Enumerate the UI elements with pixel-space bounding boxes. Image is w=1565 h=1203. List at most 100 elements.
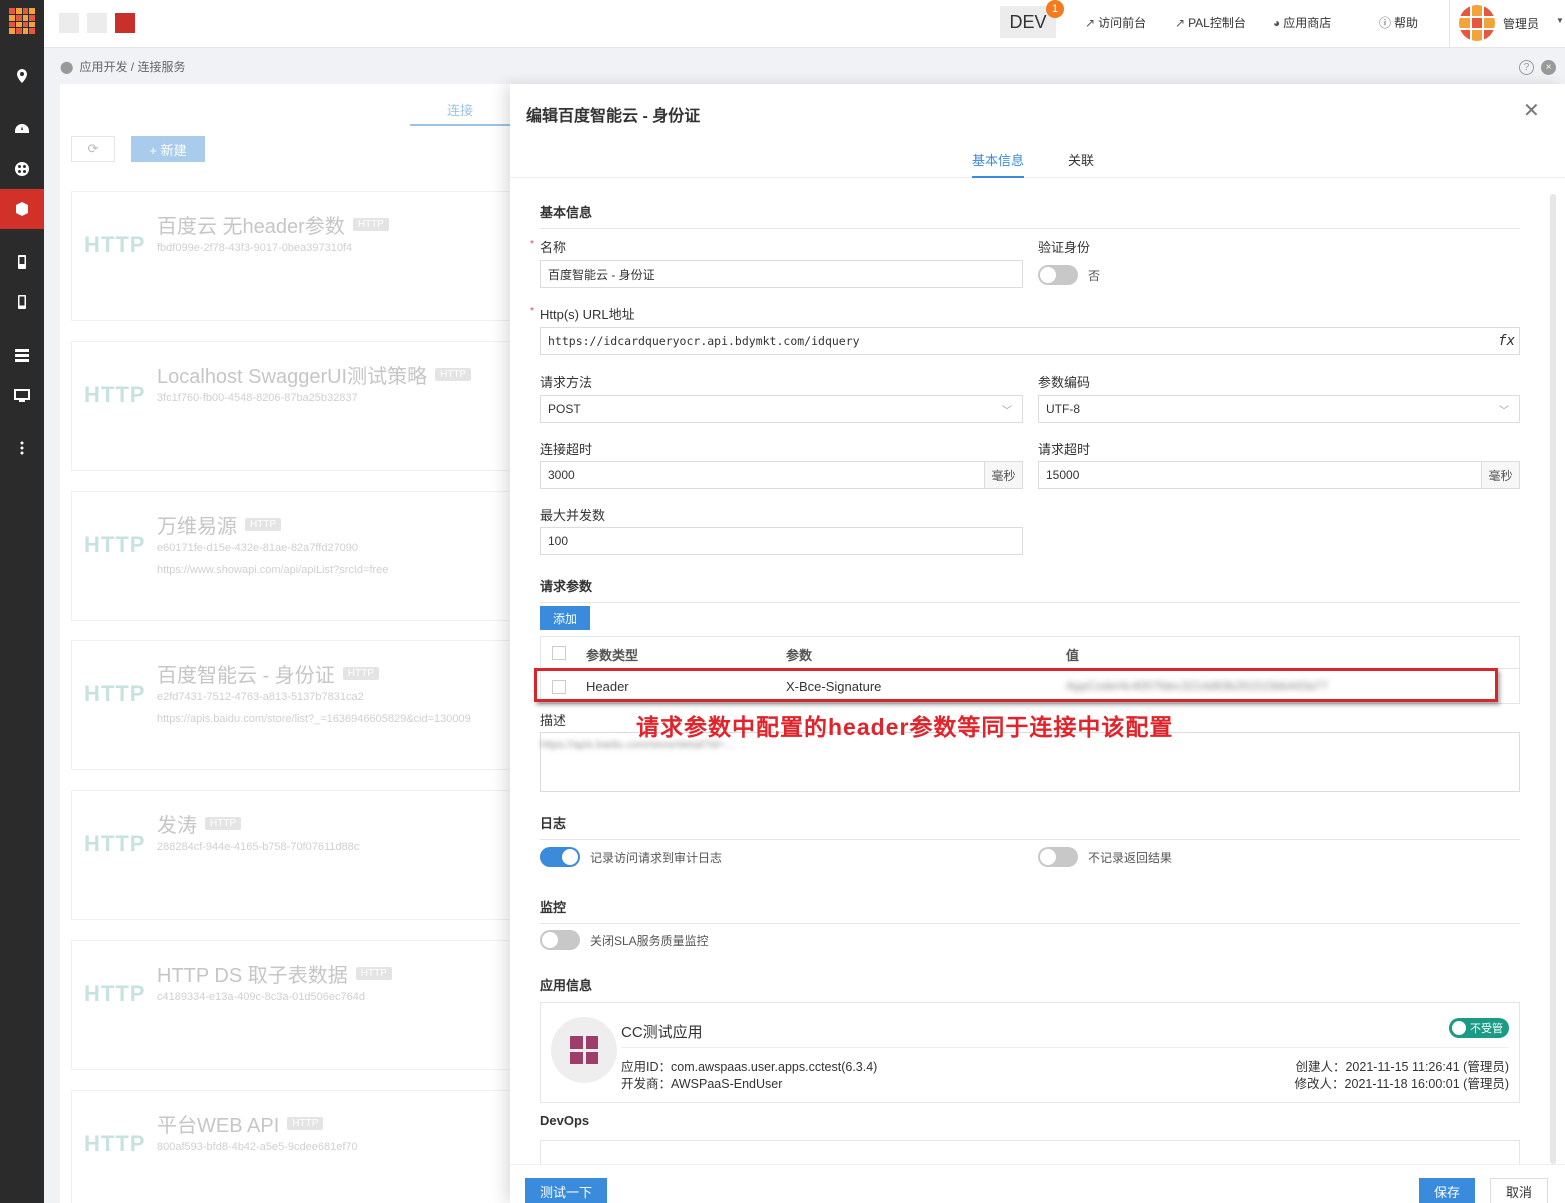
edit-drawer: 编辑百度智能云 - 身份证 ✕ 基本信息 关联 基本信息 * 名称 百度智能云 -… [510,84,1565,1203]
close-icon[interactable]: × [1541,60,1556,75]
chevron-down-icon: ﹀ [1499,406,1509,417]
connection-id: e2fd7431-7512-4763-a813-5137b7831ca2 [157,691,364,703]
connection-card[interactable]: HTTP HTTP DS 取子表数据 HTTP c4189334-e13a-409c-… [71,940,511,1070]
connection-url: https://www.showapi.com/api/apiList?srcI… [157,564,389,576]
user-name[interactable]: 管理员 [1503,15,1539,32]
protocol-label: HTTP [84,232,146,257]
connection-name: 平台WEB API HTTP [157,1109,324,1138]
chevron-down-icon[interactable]: ▼ [1556,16,1564,25]
visit-front-link[interactable]: ↗ 访问前台 [1085,14,1146,31]
drawer-tabs: 基本信息 关联 [510,144,1565,178]
name-field[interactable]: 百度智能云 - 身份证 [540,260,1023,288]
name-label: * 名称 [530,239,567,255]
chevron-down-icon: ﹀ [1002,406,1012,417]
mobile-icon[interactable] [0,242,44,282]
dashboard-icon[interactable] [0,109,44,149]
connection-id: 800af593-bfd8-4b42-a5e5-9cdee681ef70 [157,1141,358,1153]
toolbar-placeholder-icon[interactable] [59,13,79,33]
monitor-icon[interactable] [0,375,44,415]
connection-card[interactable]: HTTP 万维易源 HTTP e60171fe-d15e-432e-81ae-82a7… [71,491,511,621]
connection-card[interactable]: HTTP 百度云 无header参数 HTTP fbdf099e-2f78-43f3-… [71,191,511,321]
external-link-icon: ↗ [1085,15,1096,30]
params-table-header: 参数类型 参数 值 [541,637,1519,669]
list-icon[interactable] [0,335,44,375]
auth-toggle[interactable] [1038,265,1078,285]
tab-connection[interactable]: 连接 [410,96,510,126]
app-info-card: CC测试应用 不受管 应用ID：com.awspaas.user.apps.cc… [540,1002,1520,1103]
new-button[interactable]: + 新建 [131,136,205,162]
help-link[interactable]: ⓘ 帮助 [1379,14,1418,31]
refresh-icon: ⟳ [87,141,99,156]
more-icon[interactable] [0,428,44,468]
max-concurrency-label: 最大并发数 [540,508,606,523]
sla-monitor-toggle[interactable] [540,930,580,950]
scrollbar[interactable] [1550,194,1556,1164]
annotation-highlight-box [534,668,1498,702]
test-button[interactable]: 测试一下 [525,1178,607,1203]
protocol-label: HTTP [84,382,146,407]
connection-card[interactable]: HTTP 发涛 HTTP 288284cf-944e-4165-b758-70f076… [71,790,511,920]
app-store-link[interactable]: ◕ 应用商店 [1273,14,1331,31]
protocol-badge: HTTP [287,1117,324,1130]
return-result-toggle[interactable] [1038,847,1078,867]
app-modified: 修改人：2021-11-18 16:00:01 (管理员) [1294,1077,1509,1091]
section-request-params: 请求参数 [540,576,1520,603]
formula-icon[interactable]: fx [1498,333,1515,349]
toolbar-red-square-icon[interactable] [115,13,135,33]
encoding-label: 参数编码 [1038,375,1091,390]
apps-icon[interactable] [0,149,44,189]
section-app-info: 应用信息 [540,978,593,993]
protocol-badge: HTTP [352,218,389,231]
tab-basic-info[interactable]: 基本信息 [972,150,1025,178]
connection-name: 发涛 HTTP [157,809,242,838]
app-logo-icon[interactable] [9,8,35,34]
connection-name: Localhost SwaggerUI测试策略 HTTP [157,360,472,389]
unit-label: 毫秒 [1481,462,1519,488]
audit-log-label: 记录访问请求到审计日志 [590,851,723,865]
toolbar-placeholder-icon[interactable] [87,13,107,33]
method-select[interactable]: POST ﹀ [540,395,1023,423]
drawer-footer: 测试一下 保存 取消 [510,1164,1565,1203]
close-icon[interactable]: ✕ [1523,98,1540,123]
protocol-badge: HTTP [435,368,472,381]
connection-name: 百度云 无header参数 HTTP [157,210,389,239]
status-badge[interactable]: 不受管 [1449,1018,1509,1038]
connection-card[interactable]: HTTP Localhost SwaggerUI测试策略 HTTP 3fc1f760-… [71,341,511,471]
location-pin-icon: ⬤ [60,59,74,74]
save-button[interactable]: 保存 [1419,1178,1475,1203]
encoding-select[interactable]: UTF-8 ﹀ [1038,395,1520,423]
column-header: 参数类型 [586,648,639,663]
add-param-button[interactable]: 添加 [540,606,590,630]
connection-id: 288284cf-944e-4165-b758-70f07611d88c [157,841,360,853]
tab-association[interactable]: 关联 [1068,150,1094,178]
pal-console-link[interactable]: ↗ PAL控制台 [1175,14,1246,31]
refresh-button[interactable]: ⟳ [71,136,115,162]
section-devops: DevOps [540,1113,590,1128]
url-field[interactable]: https://idcardqueryocr.api.bdymkt.com/id… [540,327,1520,355]
conn-timeout-field[interactable]: 3000 毫秒 [540,461,1023,489]
connection-name: HTTP DS 取子表数据 HTTP [157,959,392,988]
connection-card[interactable]: HTTP 百度智能云 - 身份证 HTTP e2fd7431-7512-4763-a8… [71,640,511,770]
cube-icon[interactable] [0,189,44,229]
section-log: 日志 [540,813,1520,840]
connection-name: 百度智能云 - 身份证 HTTP [157,659,379,688]
protocol-badge: HTTP [245,518,282,531]
protocol-label: HTTP [84,981,146,1006]
phone-icon[interactable] [0,282,44,322]
annotation-text: 请求参数中配置的header参数等同于连接中该配置 [636,714,1174,740]
cancel-button[interactable]: 取消 [1490,1178,1548,1203]
req-timeout-field[interactable]: 15000 毫秒 [1038,461,1520,489]
left-sidebar [0,0,44,1203]
max-concurrency-field[interactable]: 100 [540,527,1023,555]
help-icon[interactable]: ? [1519,60,1534,75]
connection-id: 3fc1f760-fb00-4548-8206-87ba25b32837 [157,392,358,404]
column-header: 值 [1066,648,1080,663]
section-basic-info: 基本信息 [540,202,1520,229]
location-icon[interactable] [0,56,44,96]
avatar[interactable] [1459,5,1495,41]
connection-card[interactable]: HTTP 平台WEB API HTTP 800af593-bfd8-4b42-a5e5… [71,1090,511,1203]
audit-log-toggle[interactable] [540,847,580,867]
unit-label: 毫秒 [984,462,1022,488]
method-label: 请求方法 [540,375,593,390]
select-all-checkbox[interactable] [552,646,566,660]
